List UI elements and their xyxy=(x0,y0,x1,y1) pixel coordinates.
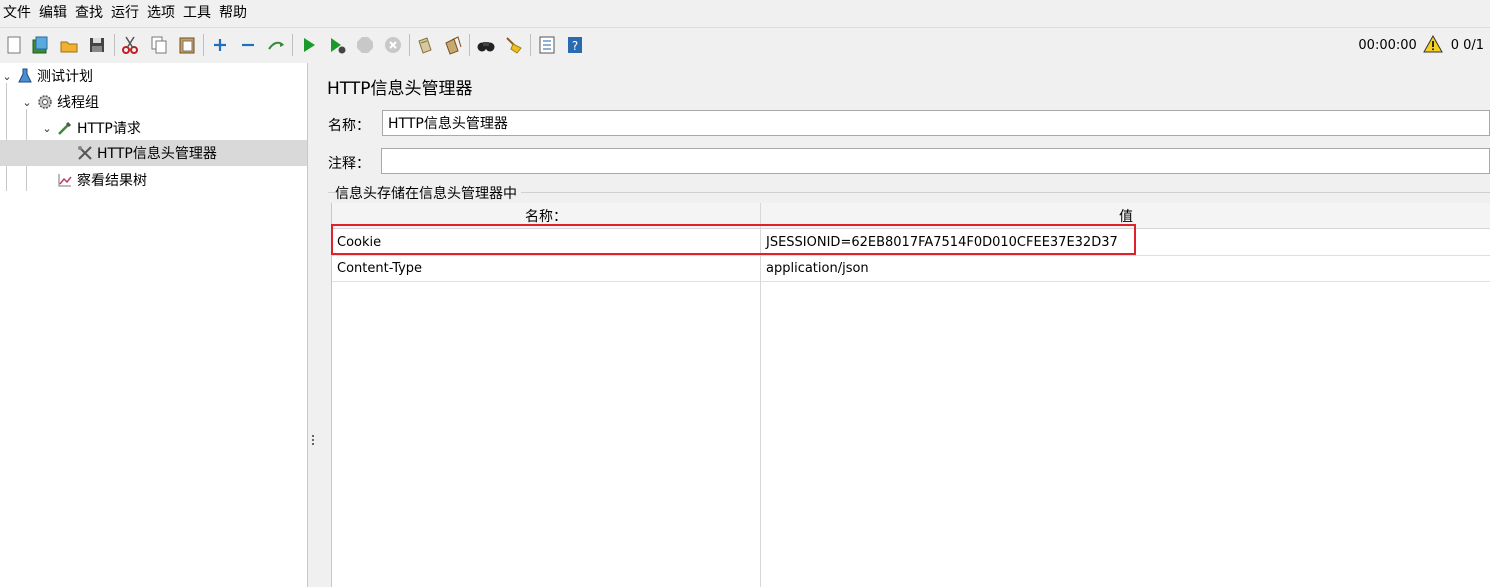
chevron-down-icon[interactable]: ⌄ xyxy=(20,96,34,109)
cookie-row-highlight xyxy=(331,224,1136,255)
tree-node-label: HTTP请求 xyxy=(77,121,141,137)
column-divider[interactable] xyxy=(760,203,761,587)
cut-icon[interactable] xyxy=(119,34,141,56)
menu-tools[interactable]: 工具 xyxy=(181,0,217,26)
header-manager-panel: HTTP信息头管理器 名称： HTTP信息头管理器 注释： 信息头存储在信息头管… xyxy=(318,63,1490,587)
tree-node-results-tree[interactable]: 察看结果树 xyxy=(54,167,307,193)
tree-node-label: 察看结果树 xyxy=(77,173,147,189)
clear-all-icon[interactable] xyxy=(442,34,464,56)
tree-node-label: 测试计划 xyxy=(37,69,93,85)
status-area: 00:00:00 0 0/1 xyxy=(1354,28,1484,63)
warning-count: 0 xyxy=(1450,38,1460,53)
chevron-down-icon[interactable]: ⌄ xyxy=(0,70,14,83)
shutdown-icon[interactable] xyxy=(382,34,404,56)
header-name-cell[interactable]: Content-Type xyxy=(332,255,760,281)
name-field[interactable]: HTTP信息头管理器 xyxy=(382,110,1490,136)
graph-icon xyxy=(56,171,74,189)
tree-node-thread-group[interactable]: ⌄ 线程组 xyxy=(20,89,307,115)
headers-table: 名称： 值 Cookie JSESSIONID=62EB8017FA7514F0… xyxy=(331,203,1490,587)
open-icon[interactable] xyxy=(58,34,80,56)
warning-icon[interactable] xyxy=(1422,34,1443,57)
new-icon[interactable] xyxy=(3,34,25,56)
search-icon[interactable] xyxy=(475,34,497,56)
tree-node-http-request[interactable]: ⌄ HTTP请求 xyxy=(40,115,307,141)
menu-edit[interactable]: 编辑 xyxy=(37,0,73,26)
start-icon[interactable] xyxy=(298,34,320,56)
save-icon[interactable] xyxy=(86,34,108,56)
tree-node-test-plan[interactable]: ⌄ 测试计划 xyxy=(0,63,307,89)
collapse-icon[interactable] xyxy=(237,34,259,56)
help-icon[interactable]: ? xyxy=(564,34,586,56)
comment-label: 注释： xyxy=(328,156,370,172)
svg-text:?: ? xyxy=(572,39,578,53)
expand-icon[interactable] xyxy=(209,34,231,56)
tree-node-label: HTTP信息头管理器 xyxy=(97,146,217,162)
header-value-cell[interactable]: application/json xyxy=(761,255,1490,281)
menu-search[interactable]: 查找 xyxy=(73,0,109,26)
stop-icon[interactable] xyxy=(354,34,376,56)
group-title: 信息头存储在信息头管理器中 xyxy=(335,183,521,203)
comment-field[interactable] xyxy=(381,148,1490,174)
elapsed-timer: 00:00:00 xyxy=(1358,38,1417,53)
flask-icon xyxy=(16,67,34,85)
toggle-icon[interactable] xyxy=(265,34,287,56)
templates-icon[interactable] xyxy=(29,34,51,56)
menu-options[interactable]: 选项 xyxy=(145,0,181,26)
tree-node-header-manager[interactable]: HTTP信息头管理器 xyxy=(0,140,307,166)
page-title: HTTP信息头管理器 xyxy=(327,79,473,99)
reset-search-icon[interactable] xyxy=(503,34,525,56)
menu-run[interactable]: 运行 xyxy=(109,0,145,26)
name-field-value: HTTP信息头管理器 xyxy=(388,116,508,132)
tools-icon xyxy=(76,144,94,162)
menu-bar: 文件 编辑 查找 运行 选项 工具 帮助 xyxy=(0,0,1490,26)
chevron-down-icon[interactable]: ⌄ xyxy=(40,122,54,135)
gear-icon xyxy=(36,93,54,111)
function-helper-icon[interactable] xyxy=(536,34,558,56)
table-row[interactable]: Content-Type application/json xyxy=(332,255,1490,282)
start-no-pause-icon[interactable] xyxy=(326,34,348,56)
active-threads: 0/1 xyxy=(1463,38,1484,53)
copy-icon[interactable] xyxy=(148,34,170,56)
menu-file[interactable]: 文件 xyxy=(0,0,37,26)
test-plan-tree: ⌄ 测试计划 ⌄ 线程组 ⌄ HTTP请求 HTTP信息头管理器 察看结果树 xyxy=(0,63,307,587)
tree-node-label: 线程组 xyxy=(57,95,99,111)
menu-help[interactable]: 帮助 xyxy=(217,0,253,26)
toolbar: ? 00:00:00 0 0/1 xyxy=(0,27,1490,64)
clear-icon[interactable] xyxy=(414,34,436,56)
paste-icon[interactable] xyxy=(176,34,198,56)
pipette-icon xyxy=(56,119,74,137)
name-label: 名称： xyxy=(328,118,370,134)
